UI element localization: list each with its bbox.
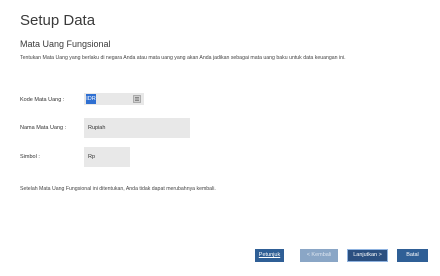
currency-name-field[interactable]: Rupiah <box>84 118 190 138</box>
currency-code-label: Kode Mata Uang : <box>20 97 65 103</box>
section-title: Mata Uang Fungsional <box>20 39 111 49</box>
help-button-label: Petunjuk <box>258 252 281 258</box>
section-description: Tentukan Mata Uang yang berlaku di negar… <box>20 55 346 61</box>
list-icon <box>133 95 141 103</box>
page-title: Setup Data <box>20 12 96 29</box>
currency-symbol-field[interactable]: Rp <box>84 147 130 167</box>
help-button[interactable]: Petunjuk <box>255 249 284 262</box>
currency-code-value[interactable]: IDR <box>86 94 96 104</box>
back-button[interactable]: < Kembali <box>300 249 338 262</box>
warning-note: Setelah Mata Uang Fungsional ini ditentu… <box>20 186 216 192</box>
currency-symbol-label: Simbol : <box>20 154 40 160</box>
cancel-button[interactable]: Batal <box>397 249 428 262</box>
currency-lookup-button[interactable] <box>133 95 141 103</box>
currency-name-label: Nama Mata Uang : <box>20 125 67 131</box>
next-button[interactable]: Lanjutkan > <box>347 249 388 262</box>
